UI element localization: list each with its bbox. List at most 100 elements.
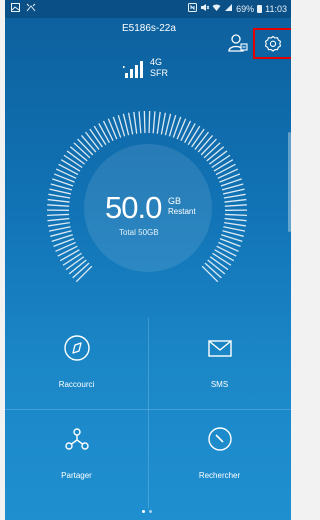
- gauge-tick: [217, 168, 239, 179]
- gauge-tick: [98, 123, 110, 143]
- gauge-tick: [207, 259, 226, 275]
- battery-icon: [257, 4, 263, 13]
- gauge-tick: [55, 168, 77, 179]
- gauge-tick: [203, 142, 221, 159]
- signal-strength-icon: [123, 61, 143, 78]
- gauge-tick: [212, 252, 232, 266]
- gauge-tick: [133, 111, 138, 134]
- gauge-tick: [204, 262, 222, 279]
- gauge-tick: [65, 256, 85, 271]
- gauge-tick: [143, 111, 146, 134]
- shortcut-partager[interactable]: Partager: [5, 409, 148, 504]
- gauge-tick: [66, 150, 86, 165]
- gauge-tick: [47, 198, 70, 203]
- gauge-tick: [62, 252, 82, 266]
- phone-screen: 69% 11:03 E5186s-22a 4G SFR 50.0 GB Rest…: [5, 0, 291, 520]
- gauge-tick: [85, 131, 100, 150]
- gauge-tick: [211, 154, 231, 169]
- wifi-direct-icon: [26, 3, 36, 14]
- users-icon[interactable]: [227, 33, 249, 53]
- battery-percent: 69%: [236, 3, 255, 14]
- status-bar: 69% 11:03: [5, 0, 291, 18]
- network-operator: SFR: [150, 68, 168, 78]
- compass-icon: [63, 334, 91, 367]
- gauge-tick: [55, 241, 76, 252]
- gauge-tick: [187, 125, 201, 146]
- gauge-tick: [194, 131, 209, 150]
- gauge-tick: [58, 163, 79, 176]
- page-dot[interactable]: [149, 510, 152, 513]
- gauge-tick: [224, 217, 247, 222]
- gauge-tick: [47, 213, 70, 217]
- device-name: E5186s-22a: [122, 23, 176, 34]
- gauge-tick: [180, 120, 192, 142]
- gauge-tick: [57, 245, 78, 257]
- settings-button[interactable]: [253, 28, 291, 59]
- gauge-tick: [77, 138, 94, 156]
- shortcut-sms[interactable]: SMS: [148, 318, 291, 413]
- search-icon: [206, 425, 234, 458]
- gauge-tick: [224, 198, 247, 203]
- clock: 11:03: [265, 3, 287, 14]
- shortcut-raccourci[interactable]: Raccourci: [5, 318, 148, 413]
- gauge-tick: [72, 262, 90, 279]
- gauge-tick: [224, 222, 246, 227]
- gauge-tick: [89, 128, 103, 148]
- gauge-tick: [213, 159, 234, 172]
- gauge-tick: [201, 265, 219, 283]
- gauge-tick: [47, 217, 70, 222]
- gauge-tick: [73, 142, 91, 159]
- share-icon: [63, 425, 91, 458]
- gauge-tick: [156, 111, 161, 134]
- gear-icon: [264, 35, 282, 52]
- gauge-tick: [138, 111, 142, 134]
- mute-icon: [200, 3, 210, 14]
- gauge-tick: [224, 204, 247, 207]
- gauge-tick: [49, 188, 72, 195]
- shortcut-label: Raccourci: [58, 380, 95, 389]
- network-indicator: 4G SFR: [123, 55, 183, 85]
- gauge-tick: [200, 138, 217, 156]
- nfc-icon: [188, 3, 198, 14]
- gauge-tick: [80, 135, 97, 153]
- data-remaining-unit: GB: [168, 196, 182, 206]
- gauge-tick: [122, 113, 130, 136]
- gauge-tick: [223, 226, 246, 232]
- gauge-tick: [75, 265, 93, 283]
- network-type: 4G: [150, 57, 163, 67]
- gauge-tick: [184, 123, 196, 143]
- gauge-tick: [160, 112, 167, 135]
- page-dot-active[interactable]: [142, 510, 145, 513]
- shortcut-grid: Raccourci SMS Partager Rechercher: [5, 318, 291, 508]
- gauge-tick: [47, 204, 70, 207]
- gauge-tick: [215, 163, 236, 176]
- shortcut-label: SMS: [210, 380, 229, 389]
- data-total-label: Total 50GB: [119, 228, 159, 237]
- gauge-tick: [127, 112, 134, 135]
- envelope-icon: [206, 334, 234, 367]
- gauge-tick: [223, 193, 246, 199]
- gauge-tick: [48, 222, 70, 227]
- gauge-tick: [209, 256, 229, 271]
- shortcut-label: Partager: [61, 471, 92, 480]
- gauge-tick: [69, 146, 88, 162]
- gauge-tick: [60, 159, 81, 172]
- data-remaining-label: Restant: [168, 207, 196, 216]
- gauge-tick: [218, 241, 239, 252]
- gauge-tick: [152, 111, 156, 134]
- gauge-tick: [68, 259, 87, 275]
- wifi-icon: [212, 3, 221, 14]
- gauge-tick: [191, 128, 205, 148]
- gauge-tick: [63, 154, 83, 169]
- gauge-tick: [164, 113, 172, 136]
- gauge-tick: [48, 226, 71, 232]
- shortcut-rechercher[interactable]: Rechercher: [148, 409, 291, 504]
- gauge-tick: [216, 245, 237, 257]
- shortcut-label: Rechercher: [198, 471, 241, 480]
- gauge-tick: [59, 249, 80, 262]
- gauge-tick: [206, 146, 225, 162]
- gauge-tick: [197, 135, 214, 153]
- data-remaining-value: 50.0: [105, 190, 162, 225]
- side-panel-handle[interactable]: [288, 132, 291, 232]
- gauge-tick: [222, 188, 245, 195]
